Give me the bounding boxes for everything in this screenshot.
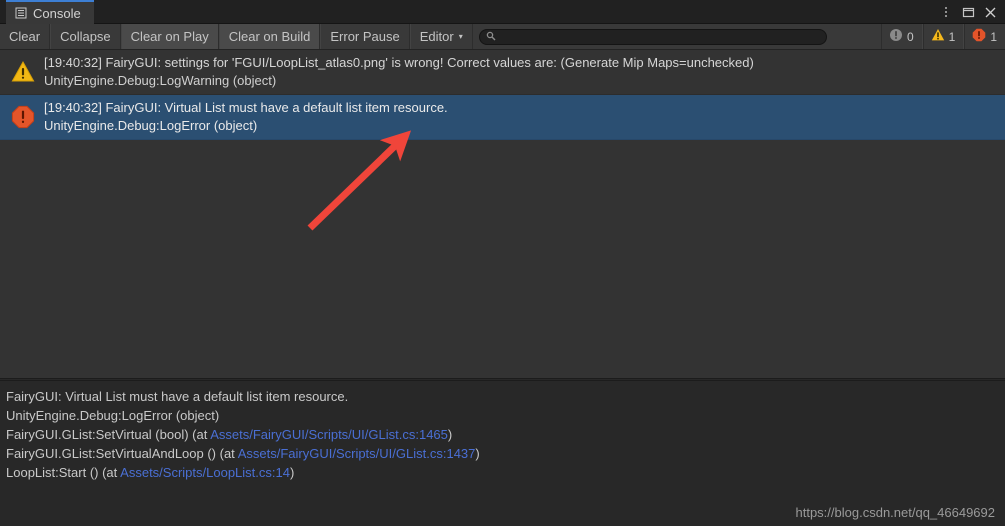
list-item-text: [19:40:32] FairyGUI: settings for 'FGUI/… xyxy=(44,55,754,89)
detail-text: ) xyxy=(447,427,453,442)
search-box[interactable] xyxy=(478,28,827,45)
watermark-url: https://blog.csdn.net/qq_46649692 xyxy=(795,505,996,520)
detail-line: LoopList:Start () (at Assets/Scripts/Loo… xyxy=(6,463,999,482)
info-circle-icon xyxy=(889,28,903,45)
maximize-icon[interactable] xyxy=(957,0,979,24)
clear-on-build-button[interactable]: Clear on Build xyxy=(218,24,321,49)
list-item-text: [19:40:32] FairyGUI: Virtual List must h… xyxy=(44,100,448,134)
window-controls xyxy=(935,0,1001,24)
error-pause-button[interactable]: Error Pause xyxy=(320,24,410,49)
editor-dropdown[interactable]: Editor ▾ xyxy=(409,24,473,49)
info-count-value: 0 xyxy=(906,29,914,44)
detail-text: LoopList:Start () (at xyxy=(6,465,121,480)
detail-text: ) xyxy=(475,446,480,461)
clear-button[interactable]: Clear xyxy=(0,24,51,49)
detail-text: FairyGUI.GList:SetVirtualAndLoop () (at xyxy=(6,446,238,461)
list-item-message: [19:40:32] FairyGUI: settings for 'FGUI/… xyxy=(44,55,754,70)
error-count[interactable]: 1 xyxy=(964,24,1005,49)
warning-triangle-icon xyxy=(931,28,945,45)
error-octagon-icon xyxy=(10,104,36,130)
info-count[interactable]: 0 xyxy=(880,24,923,49)
detail-line: FairyGUI: Virtual List must have a defau… xyxy=(6,387,999,406)
kebab-menu-icon[interactable] xyxy=(935,0,957,24)
list-item-source: UnityEngine.Debug:LogWarning (object) xyxy=(44,73,277,88)
editor-dropdown-label: Editor xyxy=(419,29,454,44)
clear-on-play-button[interactable]: Clear on Play xyxy=(120,24,219,49)
stack-trace-link[interactable]: Assets/FairyGUI/Scripts/UI/GList.cs:1465 xyxy=(210,427,448,442)
warning-triangle-icon xyxy=(10,59,36,85)
detail-line: FairyGUI.GList:SetVirtualAndLoop () (at … xyxy=(6,444,999,463)
list-item-message: [19:40:32] FairyGUI: Virtual List must h… xyxy=(44,100,448,115)
warning-count[interactable]: 1 xyxy=(922,24,965,49)
detail-text: UnityEngine.Debug:LogError (object) xyxy=(6,408,220,423)
detail-text: FairyGUI: Virtual List must have a defau… xyxy=(6,389,349,404)
tab-console-label: Console xyxy=(33,5,81,21)
log-counters: 0 1 1 xyxy=(880,24,1005,49)
error-count-value: 1 xyxy=(990,29,997,44)
stack-trace-link[interactable]: Assets/FairyGUI/Scripts/UI/GList.cs:1437 xyxy=(238,446,476,461)
log-entry-list[interactable]: [19:40:32] FairyGUI: settings for 'FGUI/… xyxy=(0,50,1005,378)
kebab-dots xyxy=(945,7,947,17)
search-input[interactable] xyxy=(499,30,820,43)
search-field-wrapper xyxy=(473,24,881,49)
close-icon[interactable] xyxy=(979,0,1001,24)
list-item-source: UnityEngine.Debug:LogError (object) xyxy=(44,118,258,133)
search-icon xyxy=(486,30,496,44)
chevron-down-icon: ▾ xyxy=(458,31,463,41)
window-tab-bar: Console xyxy=(0,0,1005,24)
detail-text: ) xyxy=(289,465,295,480)
console-toolbar: Clear Collapse Clear on Play Clear on Bu… xyxy=(0,24,1005,50)
list-item[interactable]: [19:40:32] FairyGUI: Virtual List must h… xyxy=(0,95,1005,140)
detail-text: FairyGUI.GList:SetVirtual (bool) (at xyxy=(6,427,211,442)
collapse-button[interactable]: Collapse xyxy=(50,24,121,49)
detail-line: FairyGUI.GList:SetVirtual (bool) (at Ass… xyxy=(6,425,999,444)
stack-trace-link[interactable]: Assets/Scripts/LoopList.cs:14 xyxy=(120,465,290,480)
error-octagon-icon xyxy=(972,28,986,45)
detail-line: UnityEngine.Debug:LogError (object) xyxy=(6,406,999,425)
list-item[interactable]: [19:40:32] FairyGUI: settings for 'FGUI/… xyxy=(0,50,1005,95)
warning-count-value: 1 xyxy=(948,29,956,44)
tab-console[interactable]: Console xyxy=(6,0,94,24)
unity-console-window: Console Clear Collapse Clear on Play Cle… xyxy=(0,0,1005,526)
console-icon xyxy=(15,7,27,19)
